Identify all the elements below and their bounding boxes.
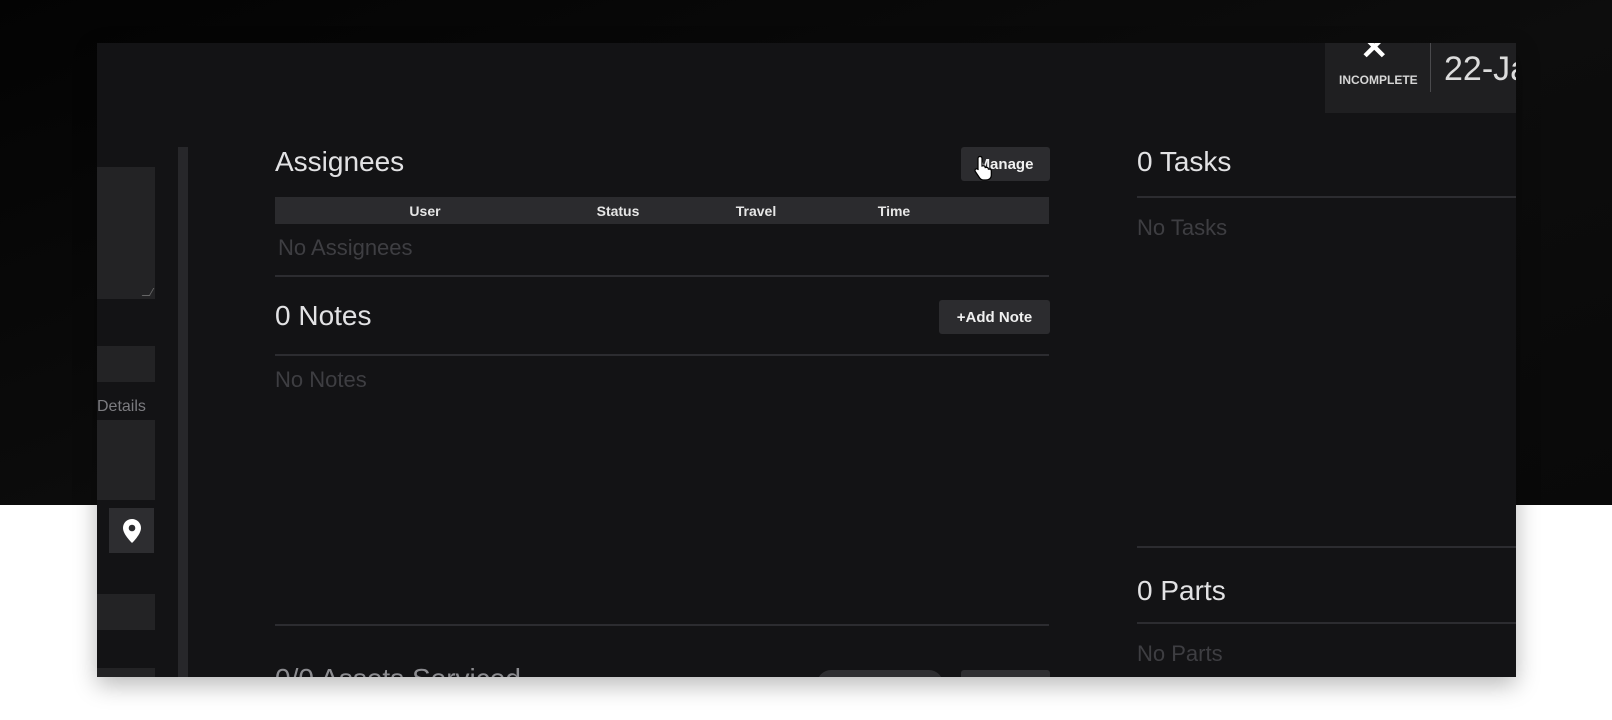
assignees-table-header: User Status Travel Time bbox=[275, 197, 1049, 224]
status-indicator[interactable]: ✕ INCOMPLETE 22-Ja bbox=[1325, 43, 1516, 113]
status-label: INCOMPLETE bbox=[1339, 73, 1418, 87]
notes-bottom-divider bbox=[275, 624, 1049, 626]
resize-handle[interactable] bbox=[141, 288, 155, 296]
add-note-button[interactable]: +Add Note bbox=[939, 300, 1050, 334]
assignees-empty-text: No Assignees bbox=[278, 235, 413, 260]
hand-cursor-icon bbox=[974, 155, 992, 181]
left-field-lower[interactable] bbox=[97, 594, 155, 630]
column-header-travel[interactable]: Travel bbox=[736, 203, 776, 219]
column-header-user[interactable]: User bbox=[409, 203, 440, 219]
left-input-field[interactable] bbox=[97, 346, 155, 382]
notes-header-divider bbox=[275, 354, 1049, 356]
details-label: Details bbox=[97, 398, 146, 415]
tasks-title: 0 Tasks bbox=[1137, 146, 1232, 177]
left-field-bottom[interactable] bbox=[97, 668, 155, 677]
status-date: 22-Ja bbox=[1444, 50, 1516, 88]
tasks-bottom-divider bbox=[1137, 546, 1516, 548]
parts-empty-text: No Parts bbox=[1137, 641, 1223, 666]
notes-empty-text: No Notes bbox=[275, 367, 367, 392]
location-pin-button[interactable] bbox=[109, 508, 154, 553]
close-icon: ✕ bbox=[1360, 43, 1389, 67]
assignees-divider bbox=[275, 275, 1049, 277]
status-separator bbox=[1430, 43, 1431, 92]
assets-title: 0/0 Assets Serviced bbox=[275, 663, 521, 677]
assets-add-button[interactable] bbox=[961, 670, 1050, 677]
assets-action-button[interactable] bbox=[817, 670, 943, 677]
assignees-title: Assignees bbox=[275, 146, 405, 177]
column-header-time[interactable]: Time bbox=[878, 203, 910, 219]
parts-header-divider bbox=[1137, 622, 1516, 624]
column-header-status[interactable]: Status bbox=[597, 203, 640, 219]
map-pin-icon bbox=[122, 518, 141, 543]
tasks-empty-text: No Tasks bbox=[1137, 215, 1228, 240]
notes-title: 0 Notes bbox=[275, 300, 372, 331]
parts-title: 0 Parts bbox=[1137, 575, 1226, 606]
column-divider bbox=[178, 147, 188, 677]
tasks-header-divider bbox=[1137, 196, 1516, 198]
work-order-panel: Details Assignees Manage User Status Tra… bbox=[97, 43, 1516, 677]
description-textarea[interactable] bbox=[97, 167, 155, 299]
details-field[interactable] bbox=[97, 420, 155, 500]
